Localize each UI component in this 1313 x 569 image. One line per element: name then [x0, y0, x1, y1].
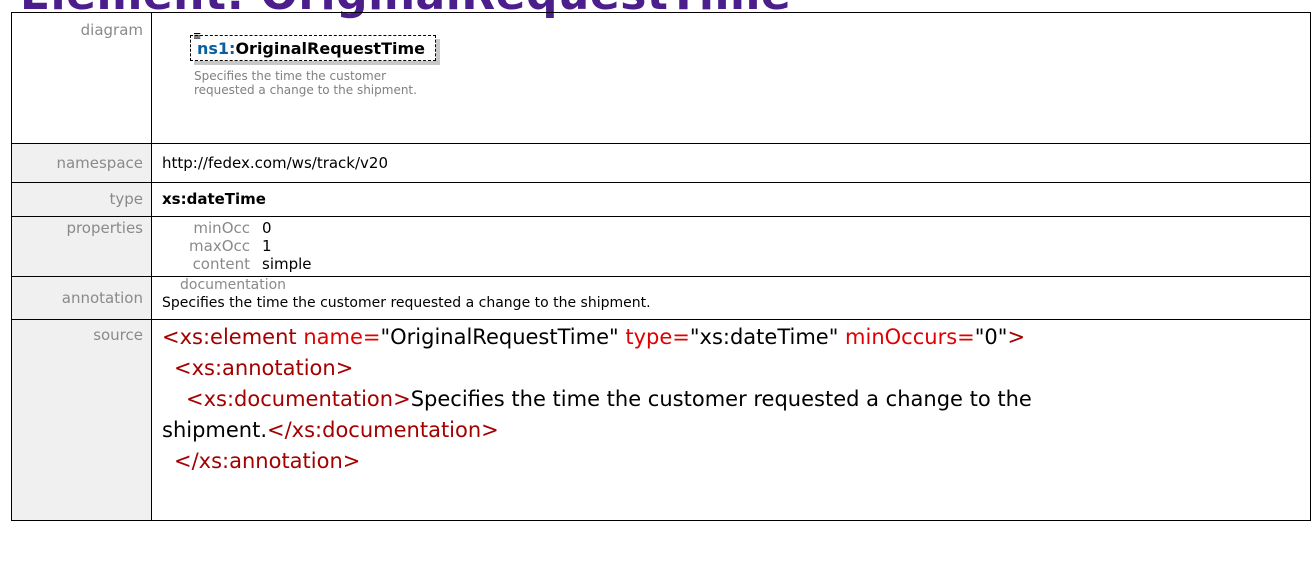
source-tag-close: >	[1007, 325, 1026, 349]
source-tag: </xs:annotation>	[174, 449, 361, 473]
source-attr: type=	[618, 325, 690, 349]
property-value: simple	[262, 255, 312, 273]
source-code: <xs:element name="OriginalRequestTime" t…	[162, 320, 1310, 477]
source-line: <xs:annotation>	[162, 353, 1310, 384]
row-properties: properties minOcc 0 maxOcc 1 content simple	[11, 216, 1311, 277]
source-attr-value: "0"	[974, 325, 1008, 349]
source-line: <xs:element name="OriginalRequestTime" t…	[162, 322, 1310, 353]
row-diagram: diagram ≡ ns1:OriginalRequestTime Specif…	[11, 12, 1311, 144]
annotation-text: Specifies the time the customer requeste…	[162, 295, 651, 311]
source-attr-value: "xs:dateTime"	[689, 325, 839, 349]
source-tag: <xs:annotation>	[174, 356, 354, 380]
source-tag: </xs:documentation>	[267, 418, 499, 442]
element-name: OriginalRequestTime	[235, 39, 425, 58]
list-icon: ≡	[193, 31, 202, 42]
type-link[interactable]: xs:dateTime	[162, 190, 266, 208]
label-properties: properties	[11, 216, 152, 277]
source-tag: <xs:element	[162, 325, 304, 349]
element-prefix: ns1:	[197, 39, 236, 58]
property-label: content	[192, 255, 250, 273]
property-label: minOcc	[193, 219, 250, 237]
source-text: Specifies the time the customer requeste…	[410, 387, 1032, 411]
properties-list: minOcc 0 maxOcc 1 content simple	[162, 217, 1310, 273]
source-line: </xs:annotation>	[162, 446, 1310, 477]
source-attr: name=	[303, 325, 381, 349]
label-type: type	[11, 182, 152, 217]
source-line: shipment.</xs:documentation>	[162, 415, 1310, 446]
properties-cell: minOcc 0 maxOcc 1 content simple	[151, 216, 1311, 277]
label-namespace: namespace	[11, 143, 152, 183]
source-attr: minOccurs=	[838, 325, 975, 349]
source-attr-value: "OriginalRequestTime"	[380, 325, 619, 349]
row-namespace: namespace http://fedex.com/ws/track/v20	[11, 143, 1311, 183]
property-value: 1	[262, 237, 272, 255]
property-row: minOcc 0	[162, 219, 1310, 237]
diagram-element-box[interactable]: ≡ ns1:OriginalRequestTime	[190, 31, 436, 61]
source-text: shipment.	[162, 418, 268, 442]
annotation-cell: documentation Specifies the time the cus…	[151, 276, 1311, 320]
property-value: 0	[262, 219, 272, 237]
row-type: type xs:dateTime	[11, 182, 1311, 217]
namespace-value: http://fedex.com/ws/track/v20	[151, 143, 1311, 183]
property-row: maxOcc 1	[162, 237, 1310, 255]
source-cell: <xs:element name="OriginalRequestTime" t…	[151, 319, 1311, 521]
label-source: source	[11, 319, 152, 521]
label-diagram: diagram	[11, 12, 152, 144]
source-tag: <xs:documentation>	[186, 387, 411, 411]
label-annotation: annotation	[11, 276, 152, 320]
diagram-documentation: Specifies the time the customer requeste…	[194, 69, 417, 97]
type-value: xs:dateTime	[151, 182, 1311, 217]
diagram-cell: ≡ ns1:OriginalRequestTime Specifies the …	[151, 12, 1311, 144]
source-line: <xs:documentation>Specifies the time the…	[162, 384, 1310, 415]
element-doc-table: diagram ≡ ns1:OriginalRequestTime Specif…	[11, 12, 1311, 521]
property-label: maxOcc	[189, 237, 250, 255]
row-annotation: annotation documentation Specifies the t…	[11, 276, 1311, 320]
annotation-header: documentation	[180, 277, 287, 293]
row-source: source <xs:element name="OriginalRequest…	[11, 319, 1311, 521]
property-row: content simple	[162, 255, 1310, 273]
element-node[interactable]: ≡ ns1:OriginalRequestTime	[190, 31, 436, 61]
